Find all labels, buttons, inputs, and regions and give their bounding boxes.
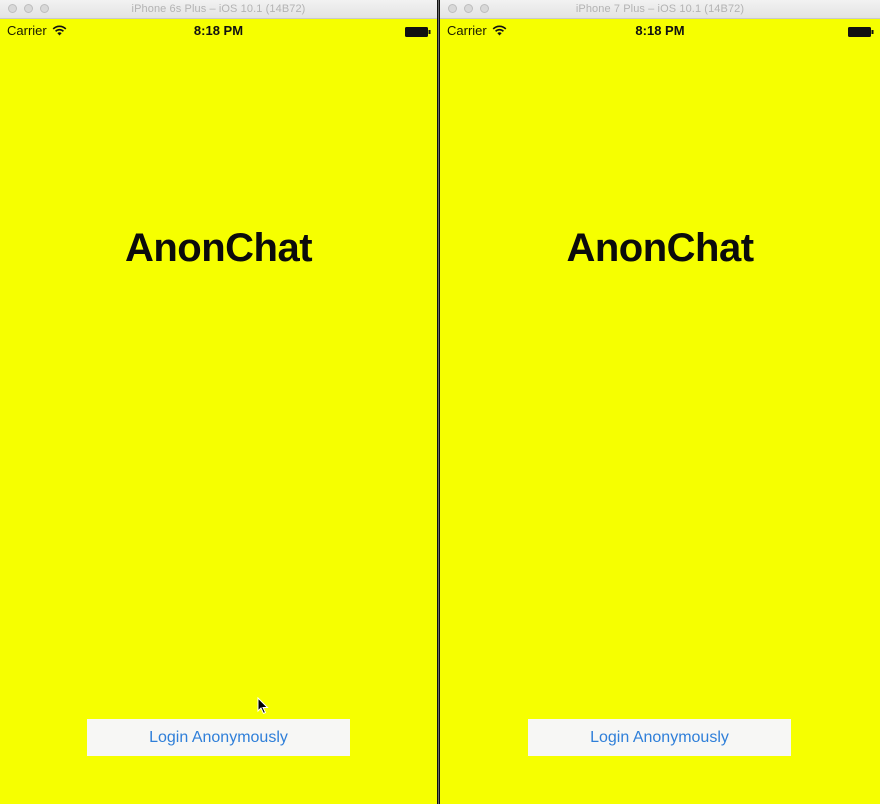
status-time: 8:18 PM: [635, 23, 685, 38]
battery-icon: [848, 27, 874, 37]
login-anonymously-button[interactable]: Login Anonymously: [528, 719, 791, 756]
window-controls: [448, 4, 489, 13]
app-screen: AnonChat Login Anonymously: [440, 43, 880, 804]
status-time: 8:18 PM: [193, 23, 244, 38]
window-titlebar[interactable]: iPhone 6s Plus – iOS 10.1 (14B72): [0, 0, 437, 19]
window-titlebar[interactable]: iPhone 7 Plus – iOS 10.1 (14B72): [440, 0, 880, 19]
close-window-button[interactable]: [448, 4, 457, 13]
window-title: iPhone 7 Plus – iOS 10.1 (14B72): [575, 3, 745, 15]
minimize-window-button[interactable]: [464, 4, 473, 13]
login-anonymously-button[interactable]: Login Anonymously: [87, 719, 350, 756]
app-screen: AnonChat Login Anonymously: [0, 43, 437, 804]
zoom-window-button[interactable]: [480, 4, 489, 13]
app-title: AnonChat: [566, 226, 754, 270]
app-title: AnonChat: [124, 226, 313, 270]
battery-icon: [405, 27, 431, 37]
status-bar: Carrier 8:18 PM: [0, 19, 437, 43]
zoom-window-button[interactable]: [40, 4, 49, 13]
cursor-icon: [257, 697, 269, 715]
simulator-window-iphone-7-plus: iPhone 7 Plus – iOS 10.1 (14B72) Carrier…: [439, 0, 880, 804]
simulator-window-iphone-6s-plus: iPhone 6s Plus – iOS 10.1 (14B72) Carrie…: [0, 0, 438, 804]
status-bar: Carrier 8:18 PM: [440, 19, 880, 43]
minimize-window-button[interactable]: [24, 4, 33, 13]
desktop: iPhone 6s Plus – iOS 10.1 (14B72) Carrie…: [0, 0, 880, 804]
close-window-button[interactable]: [8, 4, 17, 13]
window-title: iPhone 6s Plus – iOS 10.1 (14B72): [131, 3, 306, 15]
window-controls: [8, 4, 49, 13]
